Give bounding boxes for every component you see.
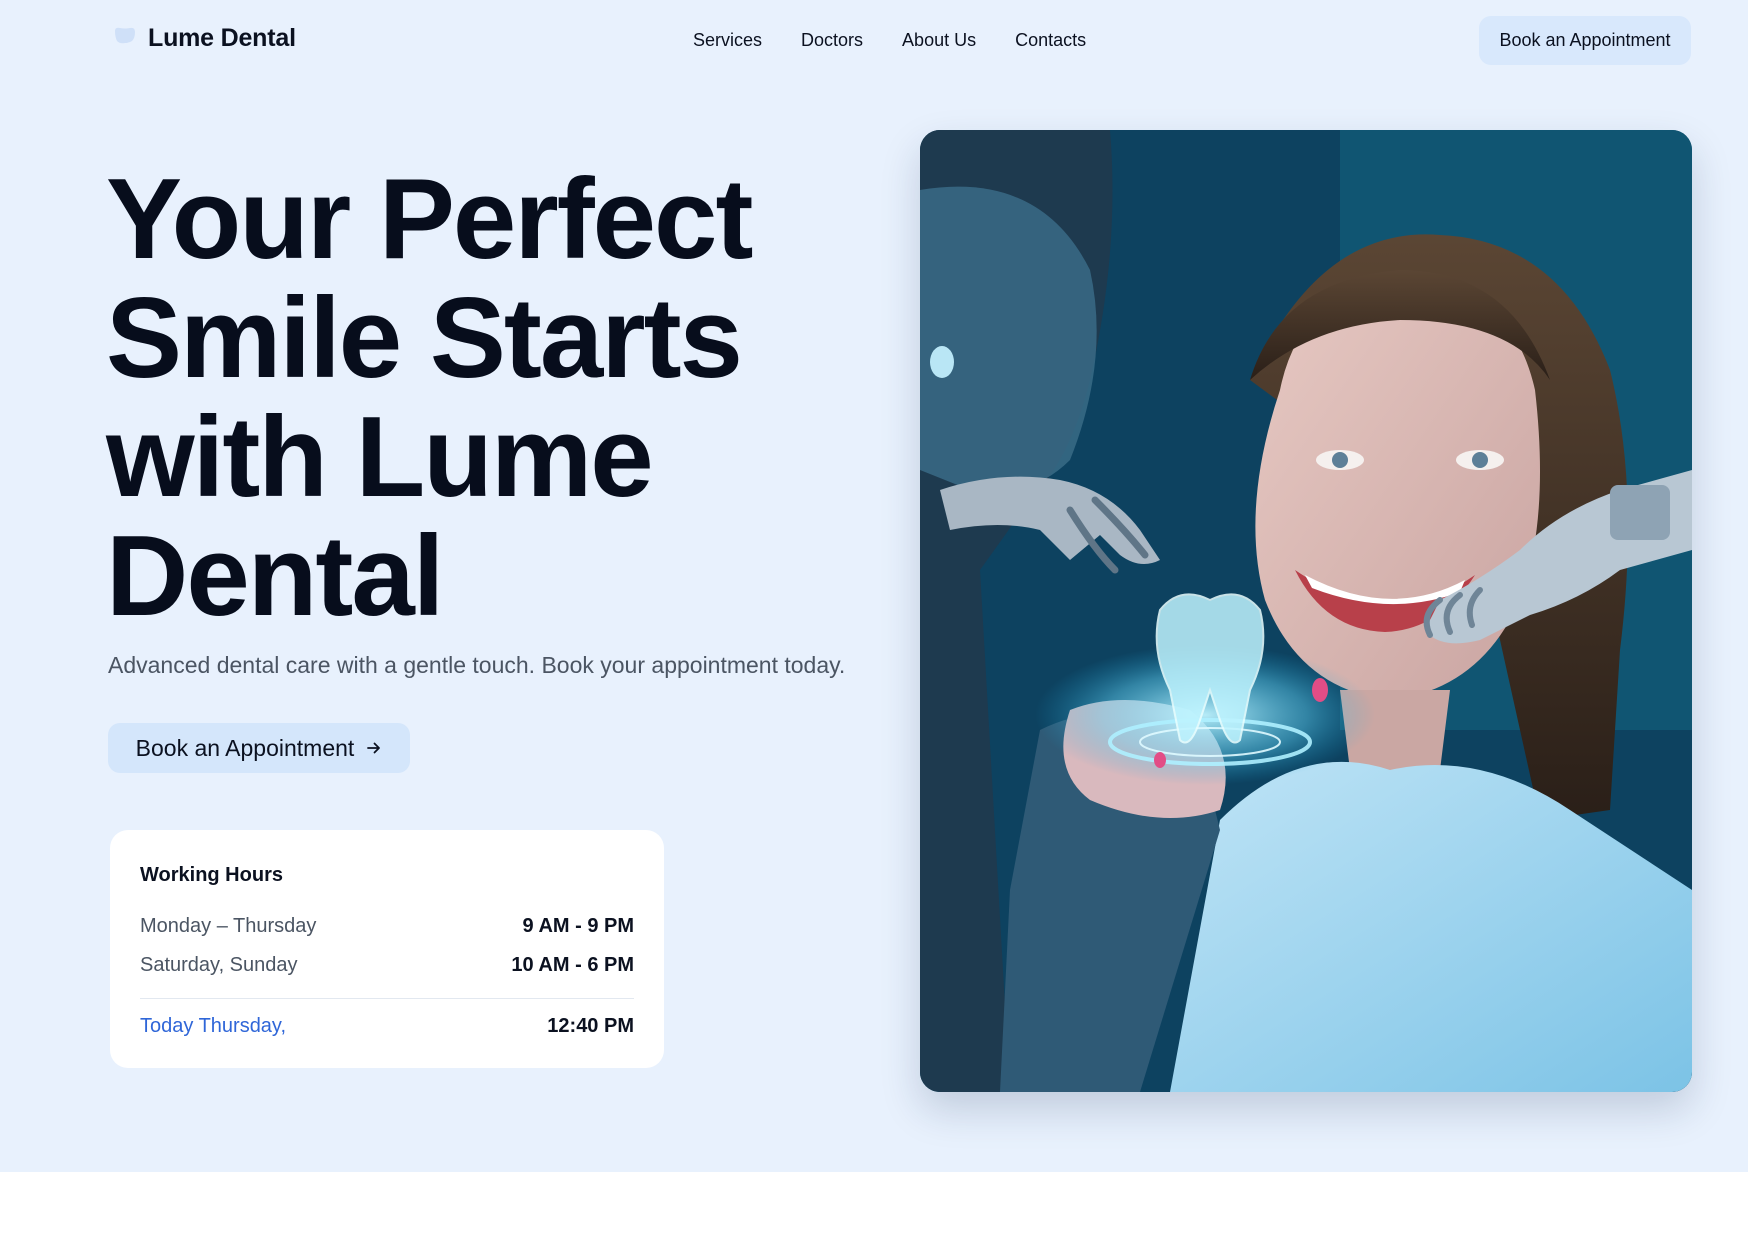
nav-item-contacts[interactable]: Contacts	[1015, 30, 1086, 51]
dental-patient-photo	[920, 130, 1692, 1092]
brand-name: Lume Dental	[148, 24, 296, 52]
nav-item-doctors[interactable]: Doctors	[801, 30, 863, 51]
hours-day: Saturday, Sunday	[140, 954, 298, 976]
hero-subtitle: Advanced dental care with a gentle touch…	[108, 652, 846, 678]
hours-day: Monday – Thursday	[140, 915, 317, 937]
hours-time: 9 AM - 9 PM	[522, 915, 635, 937]
nav-item-services[interactable]: Services	[693, 30, 762, 51]
nav-item-about-us[interactable]: About Us	[902, 30, 976, 51]
hero-cta-label: Book an Appointment	[135, 734, 355, 761]
hours-time: 10 AM - 6 PM	[511, 954, 634, 976]
today-row: Today Thursday, 12:40 PM	[140, 1007, 634, 1046]
tooth-logo-icon	[112, 27, 138, 51]
header-book-appointment-button[interactable]: Book an Appointment	[1479, 16, 1691, 65]
hours-divider	[140, 998, 634, 999]
arrow-right-icon	[366, 740, 382, 756]
hero-book-appointment-button[interactable]: Book an Appointment	[108, 723, 410, 773]
current-time: 12:40 PM	[547, 1015, 634, 1037]
main-nav: Services Doctors About Us Contacts	[693, 30, 1086, 51]
working-hours-card: Working Hours Monday – Thursday 9 AM - 9…	[110, 830, 664, 1068]
hours-row: Monday – Thursday 9 AM - 9 PM	[140, 907, 634, 946]
working-hours-title: Working Hours	[140, 864, 283, 886]
logo[interactable]: Lume Dental	[112, 24, 296, 53]
today-label: Today Thursday,	[140, 1015, 287, 1037]
hours-row: Saturday, Sunday 10 AM - 6 PM	[140, 946, 634, 985]
hero-headline: Your Perfect Smile Starts with Lume Dent…	[106, 156, 753, 640]
hero-section: Lume Dental Services Doctors About Us Co…	[0, 0, 1748, 1172]
